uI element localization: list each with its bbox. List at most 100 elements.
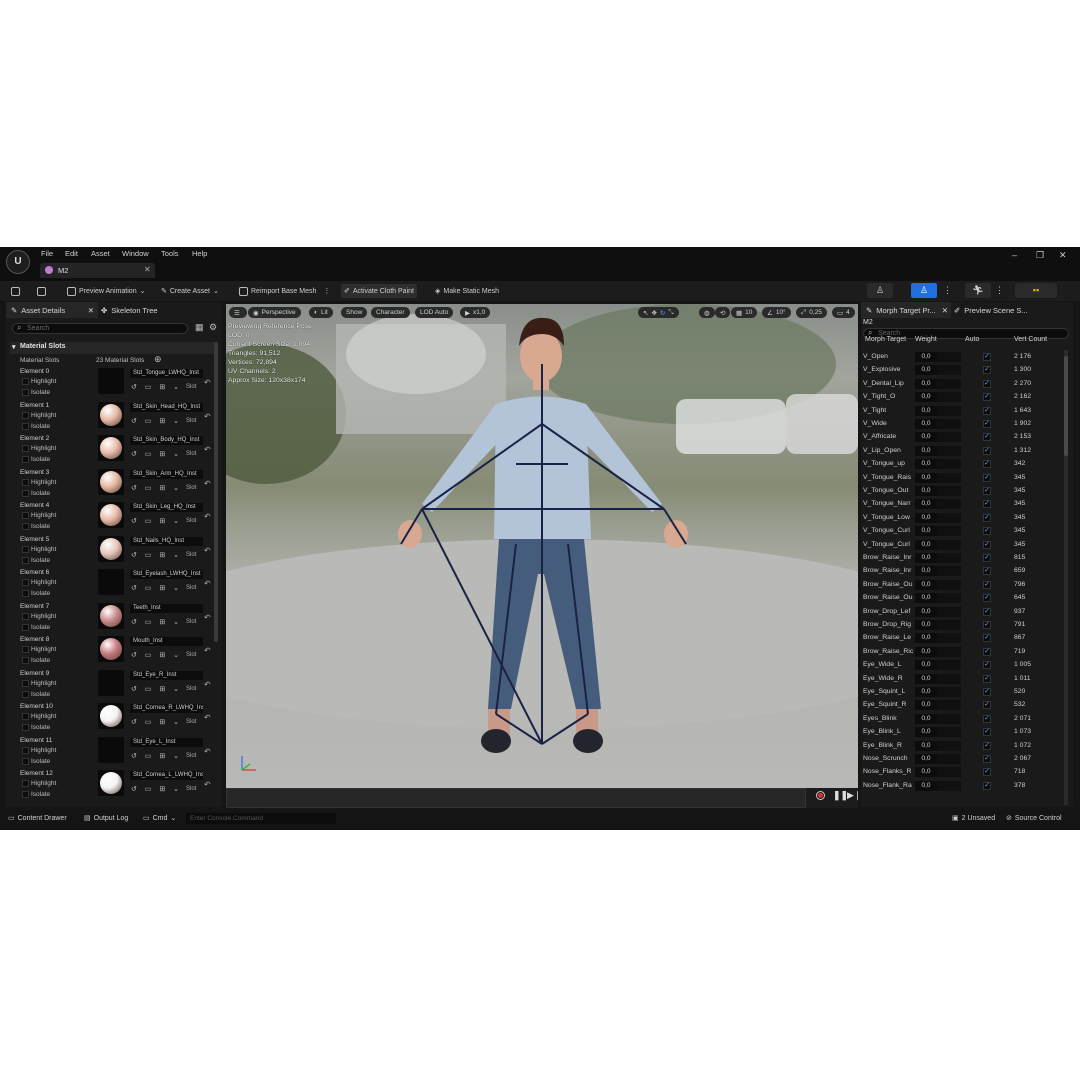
weight-field[interactable]: 0,0 bbox=[915, 633, 937, 644]
weight-slider[interactable] bbox=[937, 687, 961, 697]
rotate-icon[interactable]: ↻ bbox=[660, 309, 665, 317]
morph-target-row[interactable]: Brow_Raise_Le 0,0 ✓ 867 bbox=[861, 632, 1061, 645]
material-name-field[interactable]: Std_Tongue_LWHQ_Inst bbox=[130, 369, 203, 378]
auto-checkbox[interactable]: ✓ bbox=[983, 393, 991, 402]
weight-slider[interactable] bbox=[937, 526, 961, 537]
weight-field[interactable]: 0,0 bbox=[915, 419, 937, 429]
weight-slider[interactable] bbox=[937, 780, 961, 791]
weight-field[interactable]: 0,0 bbox=[915, 700, 937, 711]
weight-slider[interactable] bbox=[937, 499, 961, 510]
auto-checkbox[interactable]: ✓ bbox=[983, 661, 991, 670]
highlight-checkbox[interactable] bbox=[22, 579, 29, 586]
camera-speed-button[interactable]: ▭ 4 bbox=[832, 307, 855, 318]
reset-icon[interactable]: ↶ bbox=[204, 479, 211, 488]
auto-checkbox[interactable]: ✓ bbox=[983, 647, 991, 656]
morph-scrollbar[interactable] bbox=[1064, 350, 1068, 805]
weight-field[interactable]: 0,0 bbox=[915, 780, 937, 791]
highlight-checkbox[interactable] bbox=[22, 545, 29, 553]
material-actions[interactable]: ↺ ▭ ⊞ ⌄ bbox=[131, 584, 182, 592]
weight-slider[interactable] bbox=[937, 539, 961, 550]
morph-target-row[interactable]: V_Explosive 0,0 ✓ 1 300 bbox=[861, 364, 1061, 377]
highlight-checkbox[interactable] bbox=[22, 713, 29, 720]
details-search-input[interactable]: Search bbox=[12, 323, 188, 334]
weight-slider[interactable] bbox=[937, 486, 961, 496]
physics-mode-icon[interactable]: ▪▪ bbox=[1015, 283, 1057, 298]
material-name-field[interactable]: Std_Cornea_R_LWHQ_Inst bbox=[130, 704, 203, 713]
weight-slider[interactable] bbox=[937, 620, 961, 630]
weight-field[interactable]: 0,0 bbox=[915, 740, 937, 751]
weight-field[interactable]: 0,0 bbox=[915, 378, 937, 389]
weight-slider[interactable] bbox=[937, 553, 961, 563]
grid-view-icon[interactable]: ▦ bbox=[195, 322, 204, 333]
morph-target-row[interactable]: V_Wide 0,0 ✓ 1 902 bbox=[861, 418, 1061, 431]
mesh-mode-icon[interactable]: ♙ bbox=[911, 283, 937, 298]
settings-gear-icon[interactable]: ⚙ bbox=[209, 322, 217, 333]
weight-field[interactable]: 0,0 bbox=[915, 713, 937, 724]
column-vert-count[interactable]: Vert Count bbox=[1014, 336, 1047, 348]
scale-icon[interactable]: ⤡ bbox=[668, 309, 673, 317]
scale-snap-button[interactable]: ⤢ 0,25 bbox=[796, 307, 827, 318]
weight-slider[interactable] bbox=[937, 727, 961, 738]
angle-snap-button[interactable]: ∠ 10° bbox=[762, 307, 791, 318]
weight-slider[interactable] bbox=[937, 673, 961, 684]
material-name-field[interactable]: Std_Skin_Leg_HQ_Inst bbox=[130, 503, 203, 512]
reset-icon[interactable]: ↶ bbox=[204, 713, 211, 722]
morph-target-row[interactable]: Brow_Drop_Rig 0,0 ✓ 791 bbox=[861, 619, 1061, 632]
world-local-icon[interactable]: ◍ bbox=[699, 307, 715, 318]
maximize-icon[interactable]: ❐ bbox=[1036, 250, 1044, 261]
material-actions[interactable]: ↺ ▭ ⊞ ⌄ bbox=[131, 785, 182, 793]
reimport-base-mesh-button[interactable]: Reimport Base Mesh ⋮ bbox=[236, 284, 333, 298]
column-weight[interactable]: Weight bbox=[915, 336, 937, 348]
material-name-field[interactable]: Std_Skin_Arm_HQ_Inst bbox=[130, 469, 203, 479]
highlight-checkbox[interactable] bbox=[22, 612, 29, 620]
morph-target-row[interactable]: V_Tight_O 0,0 ✓ 2 162 bbox=[861, 391, 1061, 404]
material-thumbnail[interactable] bbox=[98, 602, 124, 629]
isolate-checkbox[interactable] bbox=[22, 590, 29, 597]
material-thumbnail[interactable] bbox=[98, 770, 124, 796]
highlight-checkbox[interactable] bbox=[22, 445, 29, 452]
material-name-field[interactable]: Std_Skin_Head_HQ_Inst bbox=[130, 402, 203, 412]
material-actions[interactable]: ↺ ▭ ⊞ ⌄ bbox=[131, 383, 182, 391]
reset-icon[interactable]: ↶ bbox=[204, 613, 211, 622]
material-thumbnail[interactable] bbox=[98, 669, 124, 696]
morph-target-row[interactable]: Brow_Raise_Inr 0,0 ✓ 659 bbox=[861, 565, 1061, 578]
weight-field[interactable]: 0,0 bbox=[915, 526, 937, 537]
weight-field[interactable]: 0,0 bbox=[915, 727, 937, 738]
weight-field[interactable]: 0,0 bbox=[915, 445, 937, 456]
weight-field[interactable]: 0,0 bbox=[915, 486, 937, 496]
highlight-checkbox[interactable] bbox=[22, 378, 29, 385]
material-thumbnail[interactable] bbox=[98, 703, 124, 729]
auto-checkbox[interactable]: ✓ bbox=[983, 781, 991, 790]
morph-target-row[interactable]: Brow_Raise_Inr 0,0 ✓ 815 bbox=[861, 552, 1061, 565]
morph-target-row[interactable]: Brow_Raise_Ric 0,0 ✓ 719 bbox=[861, 646, 1061, 659]
material-thumbnail[interactable] bbox=[98, 435, 124, 461]
document-tab[interactable]: M2 ✕ bbox=[40, 263, 155, 278]
morph-target-row[interactable]: Nose_Flank_Ra 0,0 ✓ 378 bbox=[861, 780, 1061, 793]
morph-target-row[interactable]: V_Tongue_Low 0,0 ✓ 345 bbox=[861, 512, 1061, 525]
material-actions[interactable]: ↺ ▭ ⊞ ⌄ bbox=[131, 484, 182, 492]
material-actions[interactable]: ↺ ▭ ⊞ ⌄ bbox=[131, 651, 182, 659]
weight-field[interactable]: 0,0 bbox=[915, 606, 937, 617]
close-window-icon[interactable]: ✕ bbox=[1059, 250, 1067, 261]
preview-viewport[interactable]: ☰ ◉ Perspective ◐ Lit Show Character LOD… bbox=[226, 304, 858, 788]
morph-target-row[interactable]: Nose_Flanks_R 0,0 ✓ 718 bbox=[861, 766, 1061, 779]
morph-target-row[interactable]: Nose_Scrunch 0,0 ✓ 2 067 bbox=[861, 753, 1061, 766]
weight-slider[interactable] bbox=[937, 378, 961, 389]
auto-checkbox[interactable]: ✓ bbox=[983, 379, 991, 388]
weight-field[interactable]: 0,0 bbox=[915, 593, 937, 604]
isolate-checkbox[interactable] bbox=[22, 556, 29, 564]
morph-target-row[interactable]: Brow_Drop_Lef 0,0 ✓ 937 bbox=[861, 606, 1061, 619]
animation-mode-icon[interactable]: 🏃︎ bbox=[965, 283, 991, 298]
auto-checkbox[interactable]: ✓ bbox=[983, 527, 991, 536]
activate-cloth-paint-button[interactable]: ✐ Activate Cloth Paint bbox=[341, 284, 417, 298]
reset-icon[interactable]: ↶ bbox=[204, 412, 211, 421]
material-actions[interactable]: ↺ ▭ ⊞ ⌄ bbox=[131, 450, 182, 458]
weight-field[interactable]: 0,0 bbox=[915, 553, 937, 563]
auto-checkbox[interactable]: ✓ bbox=[983, 433, 991, 442]
record-icon[interactable] bbox=[816, 791, 825, 800]
more-options-icon[interactable]: ⋮ bbox=[323, 287, 330, 295]
highlight-checkbox[interactable] bbox=[22, 411, 29, 419]
morph-target-row[interactable]: V_Affricate 0,0 ✓ 2 153 bbox=[861, 431, 1061, 444]
auto-checkbox[interactable]: ✓ bbox=[983, 500, 991, 509]
create-asset-button[interactable]: ✎ Create Asset ⌄ bbox=[158, 284, 222, 298]
